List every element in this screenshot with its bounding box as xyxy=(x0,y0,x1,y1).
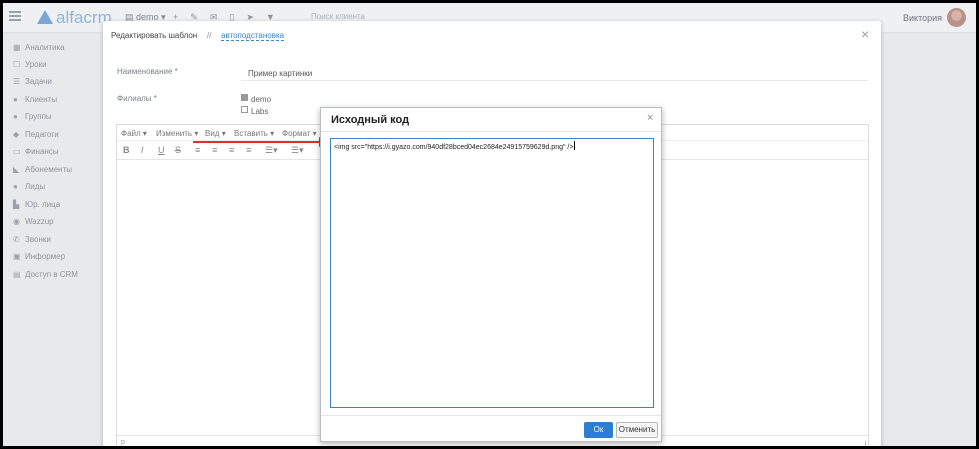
italic-button[interactable]: I xyxy=(141,145,144,155)
menu-format[interactable]: Формат ▾ xyxy=(282,129,317,138)
sidebar-item-lessons[interactable]: ☐ Уроки xyxy=(13,60,47,74)
title-separator: // xyxy=(207,31,212,40)
graduation-cap-icon: ◆ xyxy=(13,130,20,139)
users-icon: ● xyxy=(13,112,18,121)
dialog-footer-divider xyxy=(321,415,661,416)
sidebar-item-tasks[interactable]: ☰ Задачи xyxy=(13,77,52,91)
sidebar: ▦ Аналитика ☐ Уроки ☰ Задачи ● Клиенты ● Груп… xyxy=(3,33,103,446)
phone-icon: ✆ xyxy=(13,235,20,244)
menu-file[interactable]: Файл ▾ xyxy=(121,129,147,138)
sidebar-item-leads[interactable]: ● Лиды xyxy=(13,182,45,196)
underline-button[interactable]: U xyxy=(158,145,165,155)
dialog-title: Исходный код xyxy=(331,114,410,126)
dashboard-icon: ▦ xyxy=(13,43,21,52)
sidebar-item-groups[interactable]: ● Группы xyxy=(13,112,52,126)
source-code-text: <img src="https://i.gyazo.com/940df28bce… xyxy=(334,144,574,151)
user-icon: ● xyxy=(13,95,18,104)
branch-labs-checkbox[interactable] xyxy=(241,106,248,113)
whatsapp-icon: ◉ xyxy=(13,217,20,226)
bullet-list-icon[interactable]: ☰▾ xyxy=(265,145,278,156)
hamburger-menu-icon[interactable] xyxy=(9,11,21,21)
sidebar-item-calls[interactable]: ✆ Звонки xyxy=(13,235,51,249)
avatar[interactable] xyxy=(947,8,966,27)
align-right-icon[interactable]: ≡ xyxy=(229,145,234,155)
ok-button[interactable]: Ок xyxy=(584,422,613,438)
modal-header: Редактировать шаблон // автоподстановка … xyxy=(103,21,881,49)
name-input[interactable]: Пример картинки xyxy=(241,65,868,81)
sidebar-item-subscriptions[interactable]: ◣ Абонементы xyxy=(13,165,72,179)
cancel-button[interactable]: Отменить xyxy=(616,422,658,438)
autosubstitution-link[interactable]: автоподстановка xyxy=(221,31,285,41)
source-code-dialog: Исходный код × <img src="https://i.gyazo… xyxy=(320,107,662,442)
branch-demo-checkbox[interactable] xyxy=(241,94,248,101)
element-path: p xyxy=(121,439,125,446)
money-icon: ▭ xyxy=(13,147,21,156)
logo-icon xyxy=(37,10,53,24)
sidebar-item-analytics[interactable]: ▦ Аналитика xyxy=(13,43,65,57)
resize-handle-icon[interactable] xyxy=(860,441,866,446)
menu-insert[interactable]: Вставить ▾ xyxy=(234,129,274,138)
dialog-header-divider xyxy=(321,131,661,132)
tasks-icon: ☰ xyxy=(13,77,21,86)
sidebar-item-clients[interactable]: ● Клиенты xyxy=(13,95,57,109)
close-icon[interactable]: × xyxy=(861,27,869,41)
source-code-textarea[interactable]: <img src="https://i.gyazo.com/940df28bce… xyxy=(330,138,654,408)
menu-view[interactable]: Вид ▾ xyxy=(205,129,226,138)
branches-label: Филиалы * xyxy=(117,94,157,103)
user-plus-icon: ● xyxy=(13,182,18,191)
text-caret xyxy=(574,141,576,150)
lock-icon: ▤ xyxy=(13,270,21,279)
align-center-icon[interactable]: ≡ xyxy=(212,145,217,155)
sidebar-item-legal-entities[interactable]: ▙ Юр. лица xyxy=(13,200,60,214)
numbered-list-icon[interactable]: ☰▾ xyxy=(291,145,304,156)
screen-frame: alfacrm ▤ demo ▾ +✎✉▯➤▼ Поиск клиента Ви… xyxy=(0,0,979,449)
sidebar-item-wazzup[interactable]: ◉ Wazzup xyxy=(13,217,54,231)
sidebar-item-teachers[interactable]: ◆ Педагоги xyxy=(13,130,59,144)
client-search-input[interactable]: Поиск клиента xyxy=(311,12,365,21)
modal-title: Редактировать шаблон xyxy=(111,31,198,40)
branch-labs-label: Labs xyxy=(251,107,269,116)
close-icon[interactable]: × xyxy=(647,112,653,124)
calendar-icon: ☐ xyxy=(13,60,21,69)
branch-demo-label: demo xyxy=(251,95,272,104)
building-icon: ▙ xyxy=(13,200,20,209)
informer-icon: ▣ xyxy=(13,252,21,261)
align-justify-icon[interactable]: ≡ xyxy=(246,145,251,155)
name-label: Наименование * xyxy=(117,67,178,76)
sidebar-item-informer[interactable]: ▣ Информер xyxy=(13,252,65,266)
sidebar-item-finance[interactable]: ▭ Финансы xyxy=(13,147,59,161)
user-name[interactable]: Виктория xyxy=(903,13,942,23)
annotation-arrow-line xyxy=(193,141,321,143)
align-left-icon[interactable]: ≡ xyxy=(195,145,200,155)
tag-icon: ◣ xyxy=(13,165,20,174)
bold-button[interactable]: B xyxy=(123,145,130,155)
strikethrough-button[interactable]: S xyxy=(175,145,181,155)
menu-edit[interactable]: Изменить ▾ xyxy=(156,129,198,138)
sidebar-item-crm-access[interactable]: ▤ Доступ в CRM xyxy=(13,270,78,284)
